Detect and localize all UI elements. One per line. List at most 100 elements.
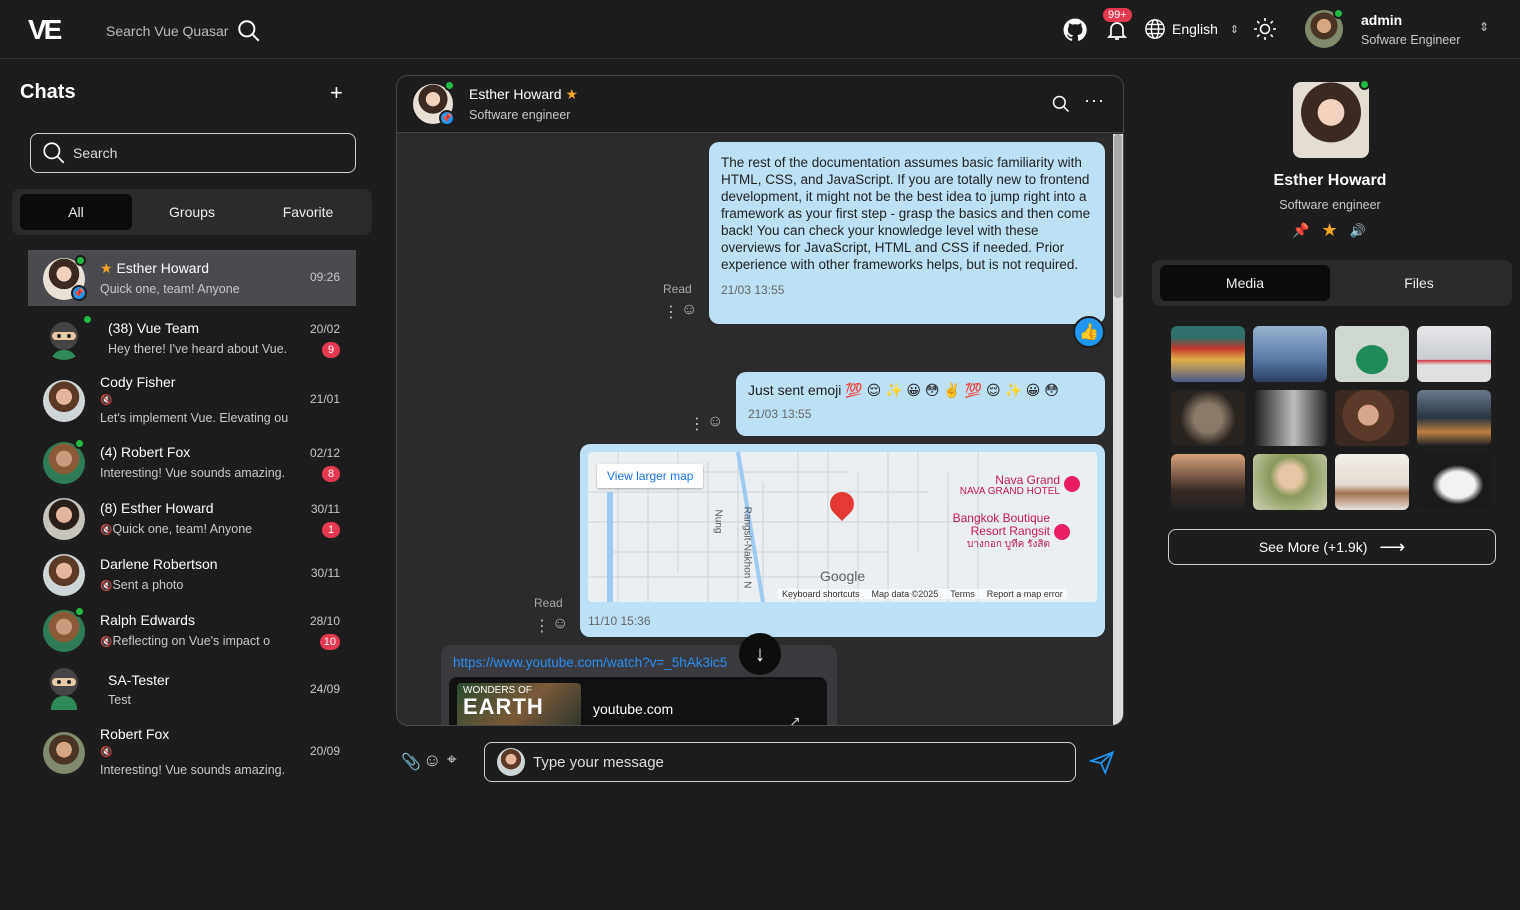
media-thumb[interactable]: [1171, 390, 1245, 446]
emoji-react-icon[interactable]: ☺: [552, 615, 568, 633]
media-thumb[interactable]: [1417, 454, 1491, 510]
chat-time: 02/12: [309, 446, 340, 460]
chat-name: SA-Tester: [108, 672, 170, 688]
chat-name: (4) Robert Fox: [100, 444, 191, 460]
media-thumb[interactable]: [1253, 454, 1327, 510]
pin-icon: 📌: [71, 285, 87, 301]
my-avatar: [497, 748, 525, 776]
google-logo: Google: [820, 568, 866, 584]
location-icon[interactable]: ⌖: [447, 750, 457, 770]
sun-icon[interactable]: [1253, 17, 1277, 41]
map-footer-item[interactable]: Terms: [950, 589, 975, 599]
chat-item-darlene-robertson[interactable]: Darlene Robertson 🔇Sent a photo 30/11: [28, 546, 356, 602]
chat-search-input[interactable]: Search: [30, 133, 356, 173]
ninja-icon: [50, 322, 78, 360]
chat-item-ralph-edwards[interactable]: Ralph Edwards 🔇Reflecting on Vue's impac…: [28, 602, 356, 658]
media-tabs: Media Files: [1152, 260, 1512, 306]
chat-name: Cody Fisher: [100, 374, 176, 390]
like-icon[interactable]: 👍: [1073, 316, 1105, 348]
contact-photo[interactable]: [1293, 82, 1369, 158]
language-selector[interactable]: English ⇕: [1144, 18, 1239, 40]
map-footer-item[interactable]: Report a map error: [987, 589, 1063, 599]
tab-files[interactable]: Files: [1334, 265, 1504, 301]
chat-time: 20/09: [309, 744, 340, 758]
media-thumb[interactable]: [1335, 326, 1409, 382]
ninja-icon: [50, 668, 78, 710]
send-icon[interactable]: [1089, 749, 1115, 775]
media-thumb[interactable]: [1335, 454, 1409, 510]
message-menu-icon[interactable]: ⋮: [534, 616, 550, 636]
chat-item-sa-tester[interactable]: SA-Tester Test 24/09: [28, 658, 356, 718]
chevron-updown-icon: ⇕: [1479, 20, 1490, 34]
chat-item-robert-fox[interactable]: (4) Robert Fox Interesting! Vue sounds a…: [28, 434, 356, 490]
message-input[interactable]: Type your message: [484, 742, 1076, 782]
user-role: Sofware Engineer: [1361, 33, 1461, 47]
media-thumb[interactable]: [1253, 326, 1327, 382]
contact-name-row: Esther Howard ★: [469, 86, 578, 103]
tab-groups[interactable]: Groups: [136, 194, 248, 230]
emoji-icon[interactable]: ☺: [423, 750, 441, 771]
chat-name: Ralph Edwards: [100, 612, 195, 628]
map-footer-item[interactable]: Keyboard shortcuts: [782, 589, 860, 599]
chat-item-esther-howard-2[interactable]: (8) Esther Howard 🔇Quick one, team! Anyo…: [28, 490, 356, 546]
chat-item-robert-fox-2[interactable]: Robert Fox 🔇 Interesting! Vue sounds ama…: [28, 718, 356, 786]
search-icon: [43, 142, 65, 164]
message-input-placeholder: Type your message: [533, 753, 664, 771]
media-thumb[interactable]: [1335, 390, 1409, 446]
media-thumb[interactable]: [1417, 390, 1491, 446]
muted-icon: 🔇: [100, 395, 113, 406]
map-road-label: Nung: [712, 509, 724, 534]
unread-count: 1: [322, 522, 340, 538]
global-search[interactable]: Search Vue Quasar: [106, 18, 262, 44]
chat-item-vue-team[interactable]: (38) Vue Team Hey there! I've heard abou…: [28, 310, 356, 366]
chat-preview: Test: [108, 693, 131, 707]
map-place-sub: NAVA GRAND HOTEL: [959, 486, 1060, 497]
message-menu-icon[interactable]: ⋮: [663, 302, 679, 322]
attach-icon[interactable]: 📎: [401, 752, 421, 772]
online-indicator: [1333, 8, 1344, 19]
language-label: English: [1172, 21, 1218, 37]
chat-time: 28/10: [309, 614, 340, 628]
map-place: Bangkok Boutique Resort Rangsit บางกอก บ…: [918, 512, 1050, 551]
more-icon[interactable]: ···: [1084, 90, 1105, 111]
search-icon[interactable]: [1051, 94, 1071, 114]
emoji-react-icon[interactable]: ☺: [681, 301, 697, 319]
chat-item-esther-howard[interactable]: 📌 ★ Esther Howard Quick one, team! Anyon…: [28, 250, 356, 306]
chat-item-cody-fisher[interactable]: Cody Fisher 🔇 Let's implement Vue. Eleva…: [28, 366, 356, 434]
map-footer-item: Map data ©2025: [871, 589, 939, 599]
emoji-react-icon[interactable]: ☺: [707, 413, 723, 431]
media-thumb[interactable]: [1171, 454, 1245, 510]
media-thumb[interactable]: [1253, 390, 1327, 446]
scroll-down-button[interactable]: ↓: [739, 633, 781, 675]
app-logo[interactable]: VE: [28, 14, 62, 46]
tab-media[interactable]: Media: [1160, 265, 1330, 301]
message-menu-icon[interactable]: ⋮: [689, 414, 705, 434]
see-more-button[interactable]: See More (+1.9k) ⟶: [1168, 529, 1496, 565]
message-scrollbar[interactable]: [1113, 134, 1123, 725]
tab-all[interactable]: All: [20, 194, 132, 230]
scrollbar-thumb[interactable]: [1114, 134, 1122, 298]
tab-favorite[interactable]: Favorite: [252, 194, 364, 230]
hotel-icon: [1054, 524, 1070, 540]
map-place-sub: บางกอก บูทีค รังสิต: [967, 539, 1050, 550]
chats-title: Chats: [20, 81, 76, 103]
new-chat-button[interactable]: +: [330, 80, 343, 106]
user-menu[interactable]: admin Sofware Engineer ⇕: [1305, 8, 1505, 50]
github-icon[interactable]: [1062, 17, 1088, 43]
mute-icon[interactable]: 🔊: [1350, 223, 1366, 239]
video-thumb-title: EARTH: [463, 694, 544, 719]
map-place-name: Bangkok Boutique Resort Rangsit: [952, 511, 1050, 538]
chat-name: Robert Fox: [100, 726, 170, 742]
message-time: 21/03 13:55: [748, 407, 812, 421]
media-thumb[interactable]: [1171, 326, 1245, 382]
link-preview-card[interactable]: WONDERS OF EARTH youtube.com ↗: [449, 677, 827, 725]
pin-icon[interactable]: 📌: [1292, 222, 1309, 239]
chat-search-placeholder: Search: [73, 145, 118, 161]
media-thumb[interactable]: [1417, 326, 1491, 382]
map-embed[interactable]: View larger map Nung Rangsit-Nakhon N Na…: [588, 452, 1097, 602]
pin-icon: 📌: [439, 110, 455, 126]
star-icon[interactable]: ★: [1321, 220, 1337, 241]
media-grid: [1171, 326, 1493, 510]
view-larger-map-link[interactable]: View larger map: [597, 464, 704, 488]
external-link-icon[interactable]: ↗: [789, 713, 801, 725]
